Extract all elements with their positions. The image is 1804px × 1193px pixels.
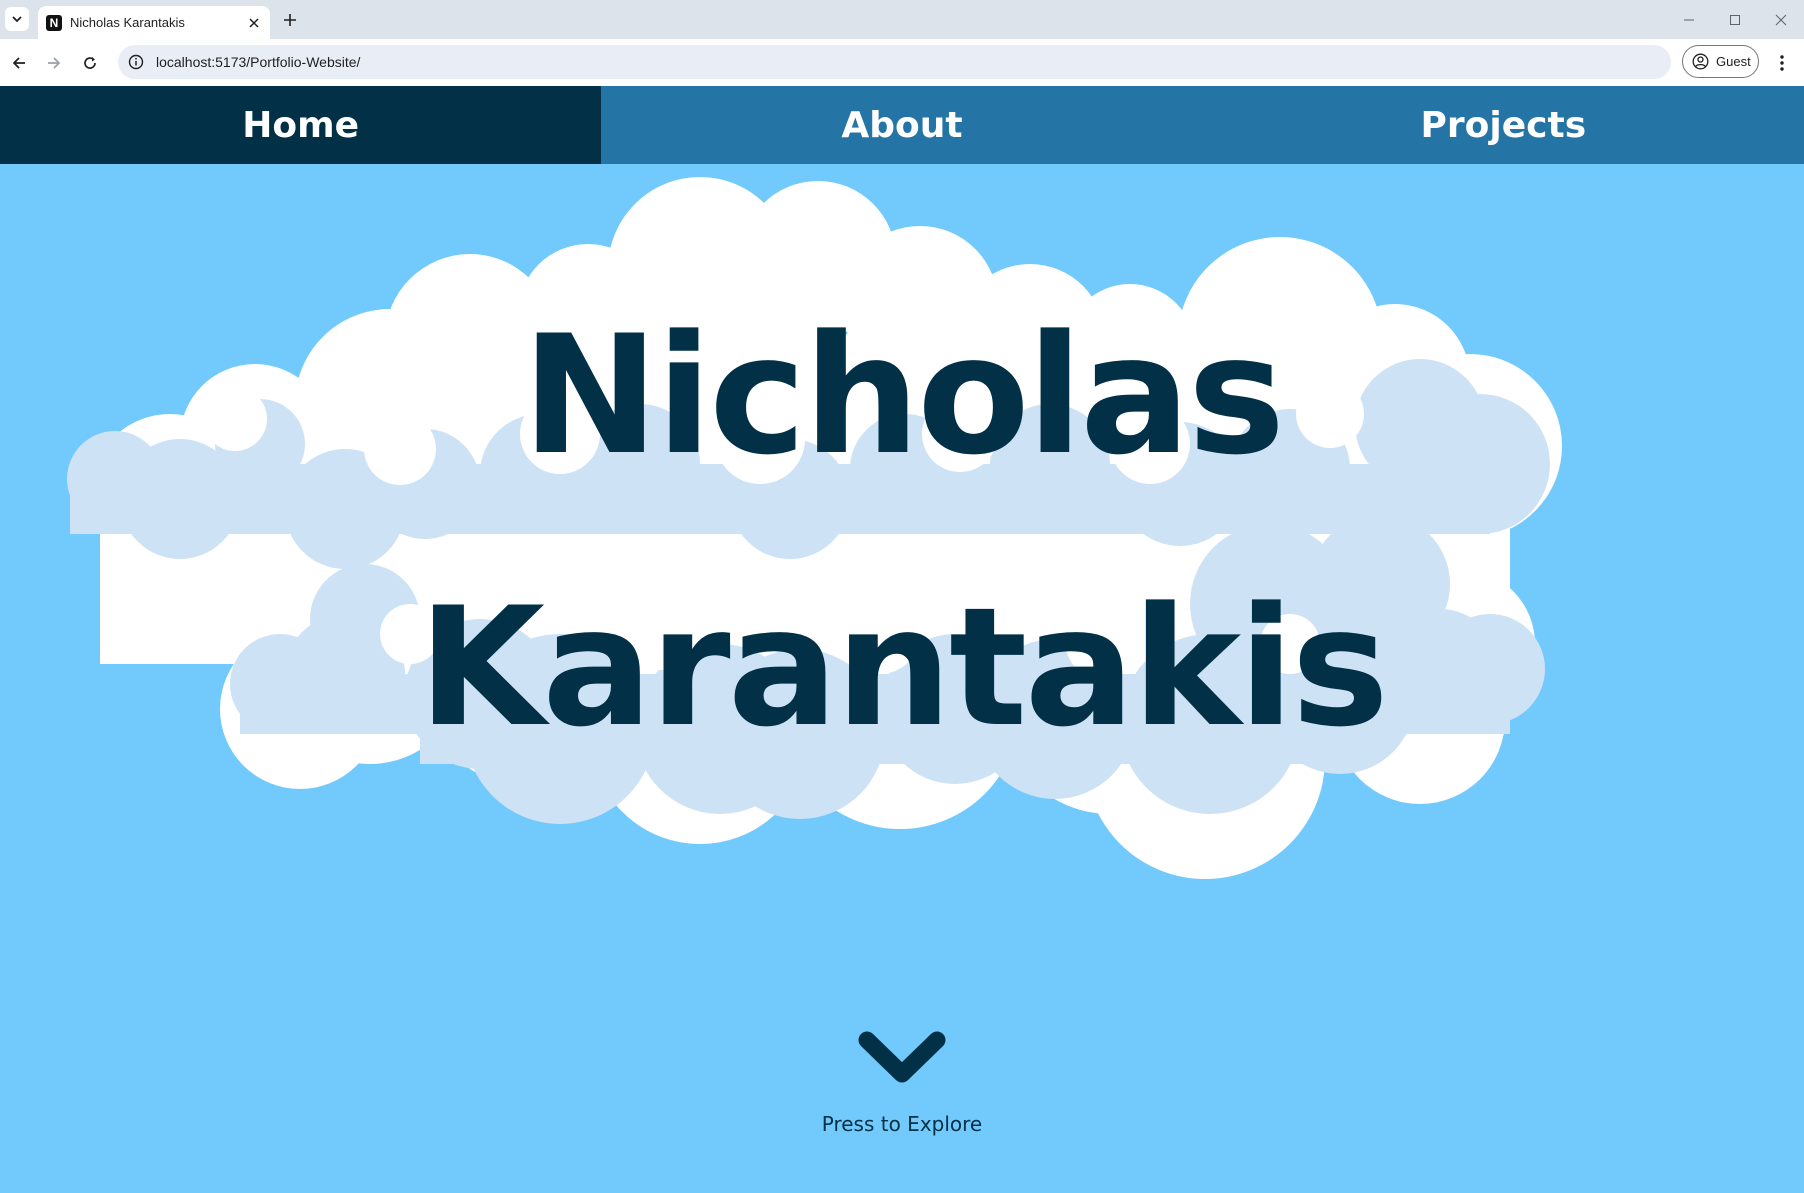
browser-tabstrip: N Nicholas Karantakis <box>0 0 1804 39</box>
tab-close-button[interactable] <box>246 15 262 31</box>
nav-about[interactable]: About <box>601 86 1202 164</box>
info-icon[interactable] <box>128 54 144 70</box>
account-circle-icon <box>1692 53 1709 70</box>
forward-button[interactable] <box>41 50 67 76</box>
hero-last-name: Karantakis <box>417 572 1389 763</box>
reload-button[interactable] <box>77 50 103 76</box>
tab-title: Nicholas Karantakis <box>70 15 185 30</box>
tab-search-button[interactable] <box>5 7 29 31</box>
chevron-down-icon <box>858 1031 946 1083</box>
new-tab-button[interactable] <box>279 9 301 31</box>
nav-home[interactable]: Home <box>0 86 602 164</box>
close-icon <box>1775 14 1787 26</box>
close-icon <box>249 17 259 28</box>
nav-projects[interactable]: Projects <box>1203 86 1804 164</box>
window-close-button[interactable] <box>1769 8 1793 32</box>
arrow-left-icon <box>12 57 25 69</box>
profile-label: Guest <box>1716 54 1751 69</box>
hero-section: Nicholas Karantakis Press to Explore <box>0 164 1804 1193</box>
reload-icon <box>84 57 96 69</box>
url-text[interactable]: localhost:5173/Portfolio-Website/ <box>156 54 360 70</box>
profile-button[interactable]: Guest <box>1682 45 1759 78</box>
arrow-right-icon <box>48 57 61 69</box>
back-button[interactable] <box>6 50 32 76</box>
more-vertical-icon <box>1780 55 1784 71</box>
maximize-icon <box>1730 15 1740 25</box>
browser-toolbar: localhost:5173/Portfolio-Website/ Guest <box>0 39 1804 86</box>
plus-icon <box>284 14 296 26</box>
explore-label: Press to Explore <box>821 1112 983 1136</box>
cloud-illustration <box>67 177 1562 879</box>
minimize-button[interactable] <box>1677 8 1701 32</box>
browser-menu-button[interactable] <box>1772 51 1792 75</box>
site-nav: Home About Projects <box>0 86 1804 164</box>
browser-tab[interactable]: N Nicholas Karantakis <box>38 6 270 39</box>
maximize-button[interactable] <box>1723 8 1747 32</box>
explore-button[interactable]: Press to Explore <box>802 1030 1002 1136</box>
address-bar[interactable]: localhost:5173/Portfolio-Website/ <box>118 45 1671 79</box>
minimize-icon <box>1684 19 1694 21</box>
site-favicon-icon: N <box>46 14 62 31</box>
chevron-down-icon <box>12 16 22 23</box>
hero-first-name: Nicholas <box>521 300 1286 491</box>
